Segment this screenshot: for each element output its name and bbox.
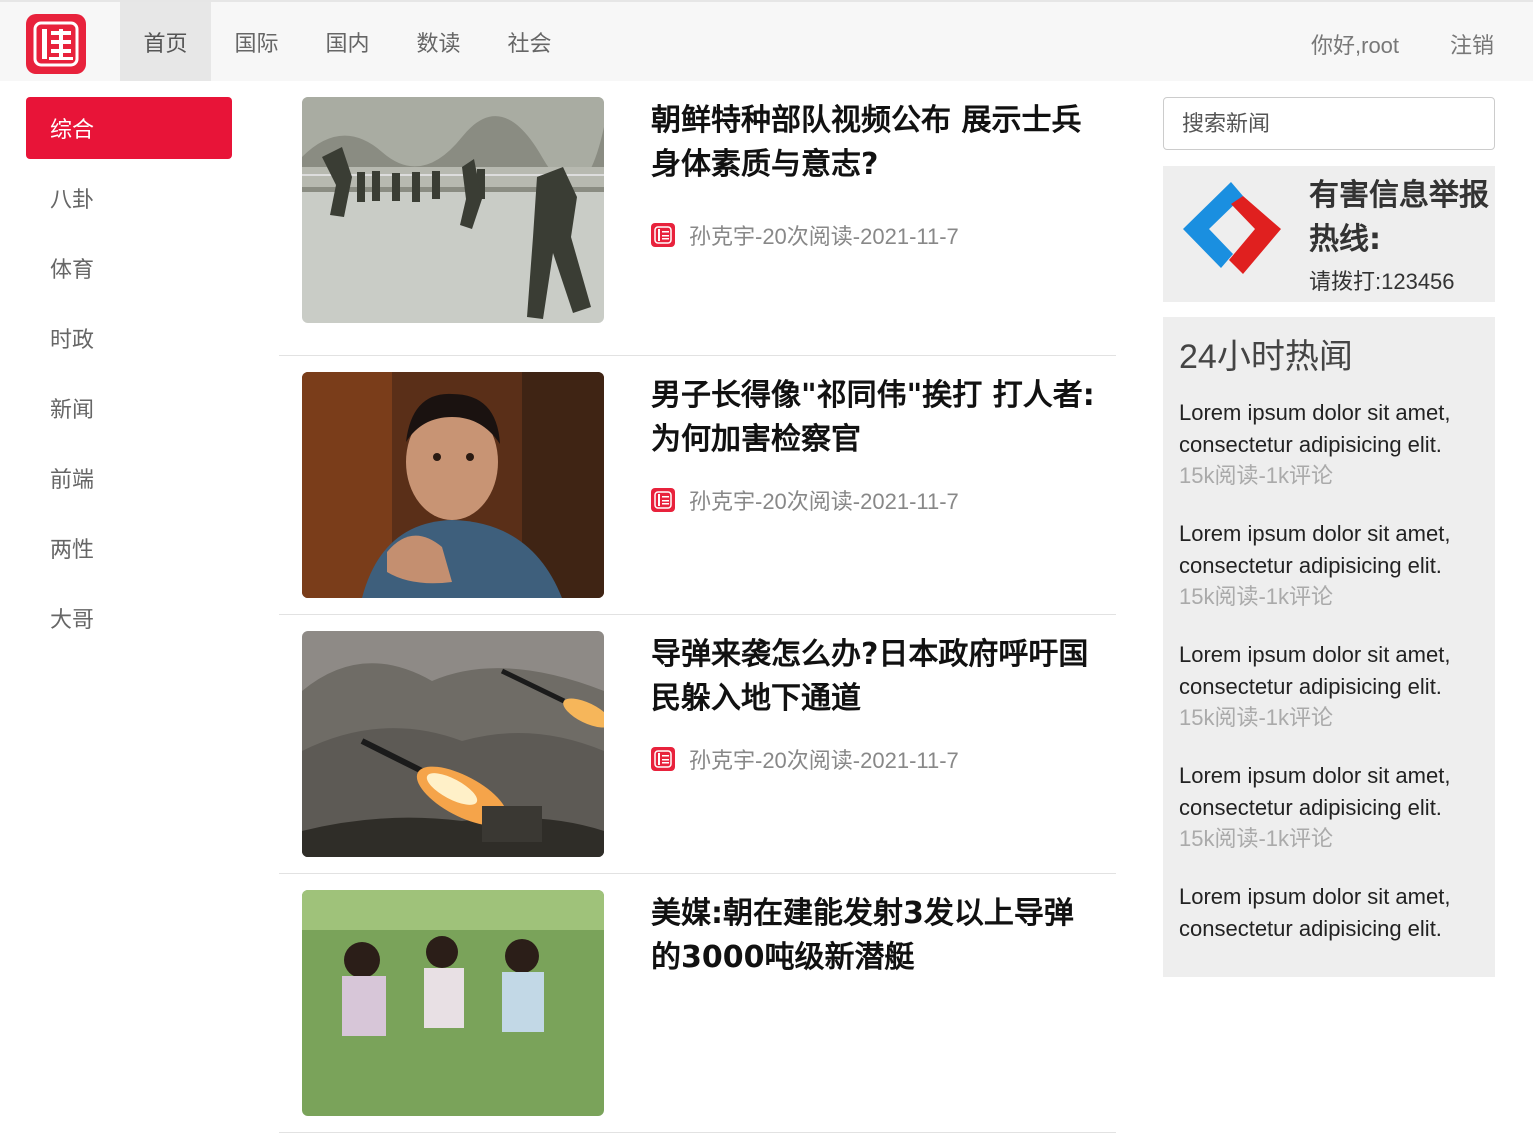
category-sidebar: 综合 八卦 体育 时政 新闻 前端 两性 大哥	[26, 97, 232, 657]
article-meta-text: 孙克宇-20次阅读-2021-11-7	[689, 489, 959, 514]
hot-news-text: Lorem ipsum dolor sit amet, consectetur …	[1179, 642, 1451, 699]
sidebar-item-gender[interactable]: 两性	[26, 517, 232, 579]
sidebar-item-frontend[interactable]: 前端	[26, 447, 232, 509]
hot-news-stat: 15k阅读-1k评论	[1179, 826, 1334, 851]
article-list: 朝鲜特种部队视频公布 展示士兵身体素质与意志? 孙克宇-20次阅读-2021-1…	[279, 97, 1116, 1133]
author-logo-icon	[651, 747, 675, 771]
hot-news-item[interactable]: Lorem ipsum dolor sit amet, consectetur …	[1179, 639, 1479, 733]
article-title[interactable]: 朝鲜特种部队视频公布 展示士兵身体素质与意志?	[651, 99, 1101, 187]
hot-news-panel: 24小时热闻 Lorem ipsum dolor sit amet, conse…	[1163, 317, 1495, 977]
article-title[interactable]: 美媒:朝在建能发射3发以上导弹的3000吨级新潜艇	[651, 892, 1101, 980]
hot-news-item[interactable]: Lorem ipsum dolor sit amet, consectetur …	[1179, 397, 1479, 491]
hot-news-text: Lorem ipsum dolor sit amet, consectetur …	[1179, 763, 1451, 820]
report-hotline-panel: 有害信息举报热线: 请拨打:123456	[1163, 166, 1495, 302]
report-hotline-phone: 请拨打:123456	[1309, 269, 1455, 294]
man-portrait-image	[302, 372, 604, 598]
article-item: 男子长得像"祁同伟"挨打 打人者:为何加害检察官 孙克宇-20次阅读-2021-…	[279, 356, 1116, 615]
hot-news-item[interactable]: Lorem ipsum dolor sit amet, consectetur …	[1179, 881, 1479, 945]
article-meta: 孙克宇-20次阅读-2021-11-7	[651, 219, 959, 251]
article-title[interactable]: 导弹来袭怎么办?日本政府呼吁国民躲入地下通道	[651, 633, 1101, 721]
article-title[interactable]: 男子长得像"祁同伟"挨打 打人者:为何加害检察官	[651, 374, 1101, 462]
logout-link[interactable]: 注销	[1450, 28, 1494, 60]
nav-international[interactable]: 国际	[211, 2, 302, 81]
missile-launch-image	[302, 631, 604, 857]
nav-domestic[interactable]: 国内	[302, 2, 393, 81]
hot-news-title: 24小时热闻	[1179, 338, 1353, 376]
site-logo[interactable]	[26, 14, 86, 74]
article-thumbnail[interactable]	[302, 97, 604, 323]
article-meta-text: 孙克宇-20次阅读-2021-11-7	[689, 224, 959, 249]
article-thumbnail[interactable]	[302, 372, 604, 598]
author-logo-icon	[651, 488, 675, 512]
people-outdoor-image	[302, 890, 604, 1116]
sidebar-item-bigbro[interactable]: 大哥	[26, 587, 232, 649]
article-item: 导弹来袭怎么办?日本政府呼吁国民躲入地下通道 孙克宇-20次阅读-2021-11…	[279, 615, 1116, 874]
hot-news-text: Lorem ipsum dolor sit amet, consectetur …	[1179, 884, 1451, 941]
article-item: 朝鲜特种部队视频公布 展示士兵身体素质与意志? 孙克宇-20次阅读-2021-1…	[279, 97, 1116, 356]
sidebar-item-general[interactable]: 综合	[26, 97, 232, 159]
article-meta-text: 孙克宇-20次阅读-2021-11-7	[689, 748, 959, 773]
nav-society[interactable]: 社会	[484, 2, 575, 81]
nav-data-read[interactable]: 数读	[393, 2, 484, 81]
sidebar-item-sports[interactable]: 体育	[26, 237, 232, 299]
report-hotline-title: 有害信息举报热线:	[1309, 178, 1489, 257]
sidebar-item-gossip[interactable]: 八卦	[26, 167, 232, 229]
sidebar-item-news[interactable]: 新闻	[26, 377, 232, 439]
hot-news-stat: 15k阅读-1k评论	[1179, 463, 1334, 488]
hot-news-stat: 15k阅读-1k评论	[1179, 584, 1334, 609]
soldiers-training-image	[302, 97, 604, 323]
logo-glyph-icon	[33, 21, 79, 67]
sidebar-item-politics[interactable]: 时政	[26, 307, 232, 369]
hot-news-item[interactable]: Lorem ipsum dolor sit amet, consectetur …	[1179, 518, 1479, 612]
article-item: 美媒:朝在建能发射3发以上导弹的3000吨级新潜艇	[279, 874, 1116, 1133]
user-greeting[interactable]: 你好,root	[1311, 28, 1399, 60]
report-hotline-logo-icon	[1183, 182, 1281, 274]
author-logo-icon	[651, 223, 675, 247]
main-nav: 首页 国际 国内 数读 社会	[120, 2, 575, 81]
hot-news-stat: 15k阅读-1k评论	[1179, 705, 1334, 730]
top-navbar: 首页 国际 国内 数读 社会 你好,root 注销	[0, 0, 1533, 81]
hot-news-item[interactable]: Lorem ipsum dolor sit amet, consectetur …	[1179, 760, 1479, 854]
nav-home[interactable]: 首页	[120, 2, 211, 81]
search-news-input[interactable]	[1163, 97, 1495, 150]
article-meta: 孙克宇-20次阅读-2021-11-7	[651, 484, 959, 516]
hot-news-text: Lorem ipsum dolor sit amet, consectetur …	[1179, 521, 1451, 578]
hot-news-text: Lorem ipsum dolor sit amet, consectetur …	[1179, 400, 1451, 457]
article-meta: 孙克宇-20次阅读-2021-11-7	[651, 743, 959, 775]
article-thumbnail[interactable]	[302, 631, 604, 857]
article-thumbnail[interactable]	[302, 890, 604, 1116]
